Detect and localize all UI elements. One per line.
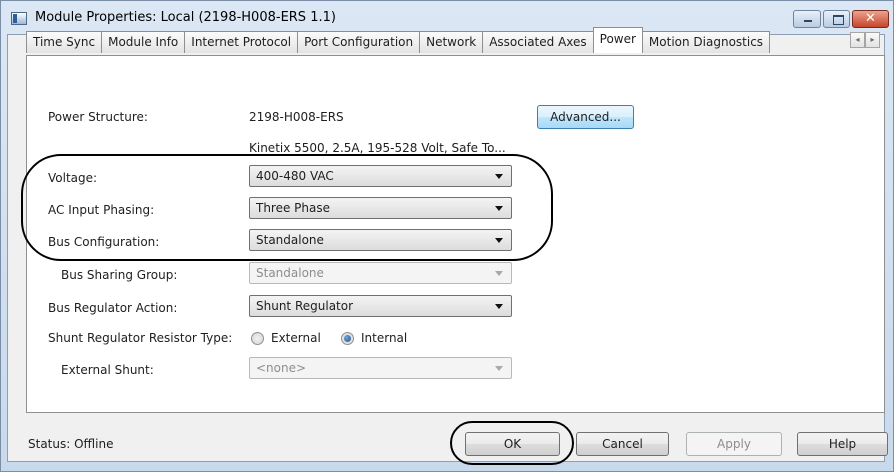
status-text: Status: Offline: [28, 437, 114, 451]
bus-sharing-group-dropdown: Standalone: [249, 262, 512, 284]
power-structure-value: 2198-H008-ERS: [249, 110, 344, 124]
minimize-button[interactable]: [793, 10, 821, 28]
ac-input-phasing-value: Three Phase: [256, 201, 331, 215]
tab-time-sync[interactable]: Time Sync: [26, 31, 103, 53]
maximize-button[interactable]: [823, 10, 850, 28]
external-shunt-dropdown: <none>: [249, 357, 512, 379]
bus-configuration-value: Standalone: [256, 233, 324, 247]
external-shunt-value: <none>: [256, 361, 307, 375]
chevron-down-icon: [495, 366, 503, 371]
tab-port-configuration[interactable]: Port Configuration: [297, 31, 421, 53]
tab-internet-protocol[interactable]: Internet Protocol: [184, 31, 299, 53]
tab-strip: Time Sync Module Info Internet Protocol …: [26, 27, 771, 53]
shunt-external-label[interactable]: External: [271, 331, 321, 345]
minimize-icon: [804, 20, 812, 22]
chevron-down-icon: [495, 271, 503, 276]
tab-module-info[interactable]: Module Info: [101, 31, 186, 53]
apply-button: Apply: [686, 432, 782, 456]
shunt-external-radio[interactable]: [251, 332, 264, 345]
power-structure-description: Kinetix 5500, 2.5A, 195-528 Volt, Safe T…: [249, 141, 506, 155]
tab-associated-axes[interactable]: Associated Axes: [482, 31, 594, 53]
advanced-button[interactable]: Advanced...: [537, 105, 634, 129]
cancel-button[interactable]: Cancel: [576, 432, 669, 456]
bus-regulator-action-dropdown[interactable]: Shunt Regulator: [249, 295, 512, 317]
help-button[interactable]: Help: [797, 432, 888, 456]
power-structure-label: Power Structure:: [48, 110, 148, 124]
chevron-down-icon: [495, 206, 503, 211]
shunt-resistor-type-label: Shunt Regulator Resistor Type:: [48, 331, 233, 345]
close-icon: ✕: [865, 11, 876, 26]
voltage-dropdown[interactable]: 400-480 VAC: [249, 165, 512, 187]
ac-input-phasing-dropdown[interactable]: Three Phase: [249, 197, 512, 219]
ac-input-phasing-label: AC Input Phasing:: [48, 203, 155, 217]
external-shunt-label: External Shunt:: [61, 363, 154, 377]
voltage-label: Voltage:: [48, 171, 98, 185]
app-icon: [11, 12, 27, 25]
chevron-down-icon: [495, 304, 503, 309]
bus-regulator-action-value: Shunt Regulator: [256, 299, 354, 313]
bus-sharing-group-value: Standalone: [256, 266, 324, 280]
bus-configuration-label: Bus Configuration:: [48, 235, 160, 249]
ok-button[interactable]: OK: [465, 432, 560, 456]
chevron-down-icon: [495, 238, 503, 243]
maximize-icon: [833, 15, 844, 25]
close-button[interactable]: ✕: [852, 10, 889, 28]
bus-regulator-action-label: Bus Regulator Action:: [48, 301, 178, 315]
tab-scroll-left-button[interactable]: ◂: [850, 32, 865, 48]
shunt-internal-label[interactable]: Internal: [361, 331, 407, 345]
window-title: Module Properties: Local (2198-H008-ERS …: [35, 10, 336, 25]
tab-motion-diagnostics[interactable]: Motion Diagnostics: [641, 31, 771, 53]
tab-power[interactable]: Power: [592, 27, 643, 53]
voltage-value: 400-480 VAC: [256, 169, 334, 183]
tab-network[interactable]: Network: [419, 31, 484, 53]
bus-configuration-dropdown[interactable]: Standalone: [249, 229, 512, 251]
chevron-down-icon: [495, 174, 503, 179]
tab-scroll-right-button[interactable]: ▸: [865, 32, 880, 48]
bus-sharing-group-label: Bus Sharing Group:: [61, 268, 178, 282]
shunt-internal-radio[interactable]: [341, 332, 354, 345]
